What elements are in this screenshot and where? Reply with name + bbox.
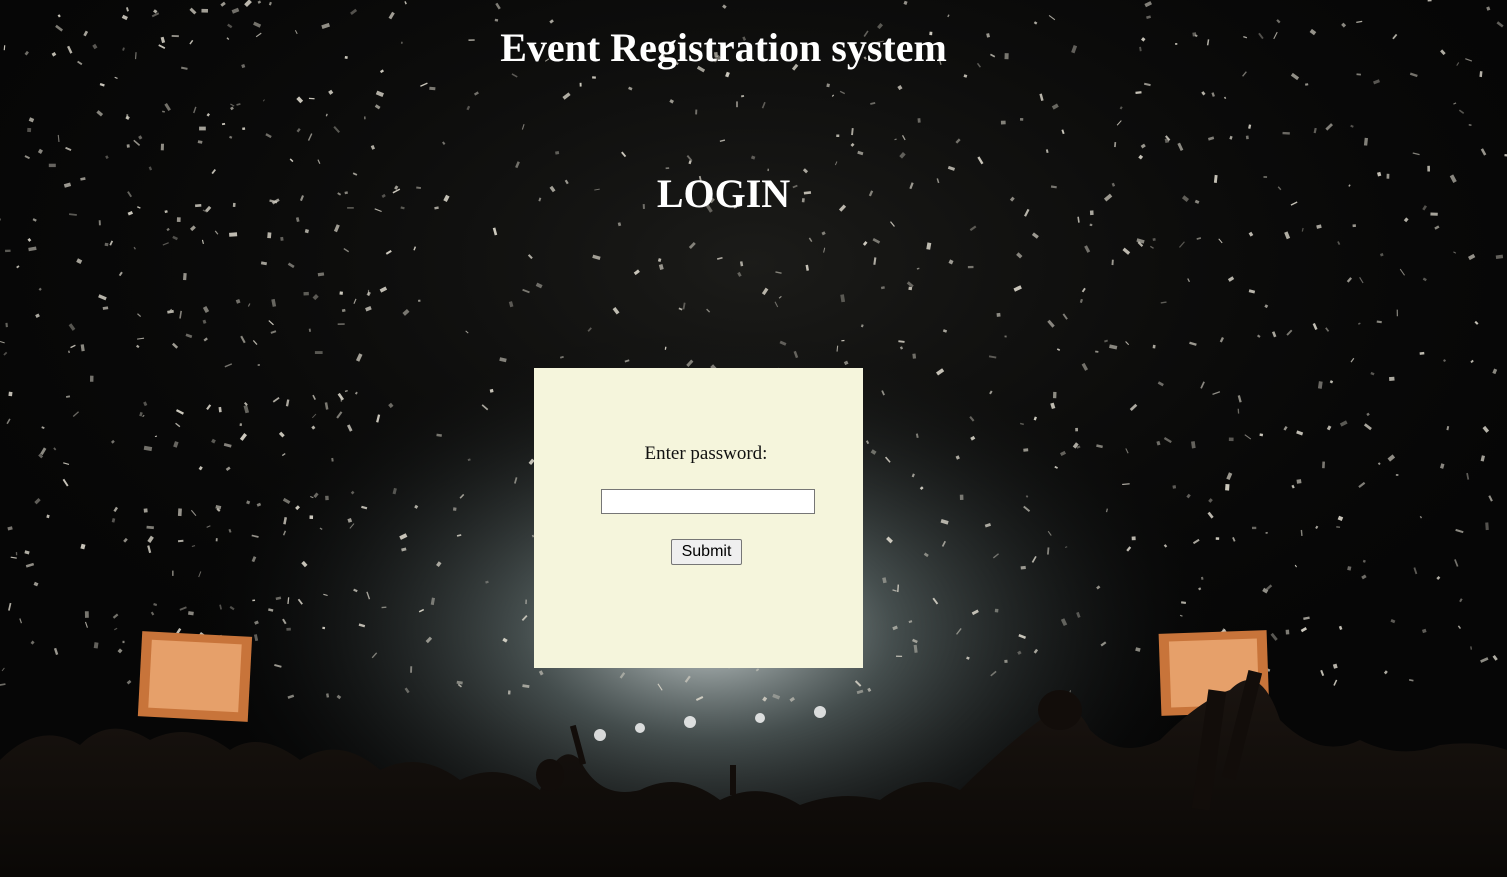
left-stage-screen — [137, 631, 253, 722]
login-form-box: Enter password: Submit — [534, 368, 863, 668]
password-input[interactable] — [601, 489, 815, 514]
login-heading: LOGIN — [656, 171, 791, 216]
password-label: Enter password: — [644, 443, 768, 464]
page-title: Event Registration system — [500, 25, 947, 70]
submit-button[interactable]: Submit — [671, 539, 742, 565]
